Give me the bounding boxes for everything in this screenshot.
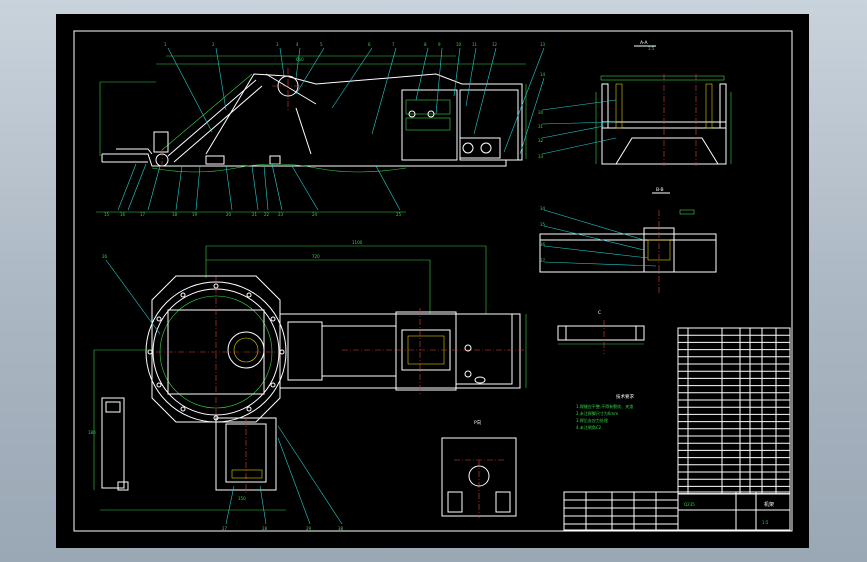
view-c-detail: C — [557, 310, 645, 354]
svg-text:7: 7 — [392, 42, 395, 47]
dim-top-length: 660 — [296, 57, 304, 62]
side-elevation-view: 12 34 56 78 9 10 11 12 1314 15 16 17 18 … — [96, 42, 546, 217]
svg-text:38: 38 — [338, 526, 344, 531]
title-drawing-name: 机架 — [764, 501, 774, 508]
svg-text:10: 10 — [456, 42, 462, 47]
tech-requirements: 技术要求 1.焊缝应平整,不得有裂纹、夹渣 2.未注焊脚尺寸为6mm 3.焊后去… — [576, 393, 634, 430]
svg-text:5: 5 — [320, 42, 323, 47]
view-p: P向 — [441, 419, 517, 518]
dim-side-height: 180 — [88, 430, 96, 435]
svg-text:20: 20 — [226, 212, 232, 217]
svg-text:14: 14 — [540, 72, 546, 77]
balloon-callout-icon: 12 34 56 78 9 10 11 12 1314 — [164, 42, 546, 77]
svg-text:32: 32 — [538, 138, 544, 143]
svg-text:23: 23 — [278, 212, 284, 217]
svg-text:34: 34 — [540, 206, 546, 211]
dim-plan-width: 720 — [312, 254, 320, 259]
view-c-label: C — [598, 310, 601, 316]
svg-text:11: 11 — [472, 42, 478, 47]
section-b-label: B-B — [656, 187, 664, 193]
cad-viewport[interactable]: 12 34 56 78 9 10 11 12 13 14 15 16 17 18… — [0, 0, 867, 562]
svg-text:28: 28 — [262, 526, 268, 531]
drawing-border — [73, 30, 793, 532]
svg-text:31: 31 — [538, 124, 544, 129]
dim-bottom-width: 150 — [238, 496, 246, 501]
dim-plan-length: 1100 — [352, 240, 363, 245]
svg-text:27: 27 — [222, 526, 228, 531]
svg-text:21: 21 — [252, 212, 258, 217]
title-block: 机架 Q235 1:5 — [563, 491, 791, 531]
svg-text:12: 12 — [492, 42, 498, 47]
svg-text:6: 6 — [368, 42, 371, 47]
svg-text:18: 18 — [172, 212, 178, 217]
tech-req-title: 技术要求 — [616, 393, 634, 400]
drawing-sheet: 12 34 56 78 9 10 11 12 13 14 15 16 17 18… — [56, 14, 809, 548]
view-p-label: P向 — [474, 419, 482, 426]
svg-text:8: 8 — [424, 42, 427, 47]
svg-text:9: 9 — [438, 42, 441, 47]
tech-req-item: 4.未注倒角C2 — [576, 424, 602, 430]
plan-view: 1100 720 150 180 2627 28 29 38 — [88, 240, 527, 531]
svg-text:25: 25 — [396, 212, 402, 217]
svg-text:26: 26 — [102, 254, 108, 259]
svg-text:24: 24 — [312, 212, 318, 217]
svg-text:13: 13 — [540, 42, 546, 47]
section-a-scale: 1:5 — [648, 46, 655, 51]
svg-text:29: 29 — [306, 526, 312, 531]
parts-list-table — [677, 327, 791, 495]
svg-text:17: 17 — [140, 212, 146, 217]
section-b-view: B-B 34 35 36 37 — [539, 187, 717, 294]
svg-text:37: 37 — [540, 258, 546, 263]
svg-text:22: 22 — [264, 212, 270, 217]
tech-req-item: 1.焊缝应平整,不得有裂纹、夹渣 — [576, 403, 633, 409]
tech-req-item: 3.焊后去应力处理 — [576, 417, 608, 423]
svg-text:15: 15 — [104, 212, 110, 217]
tech-req-item: 2.未注焊脚尺寸为6mm — [576, 410, 618, 416]
section-a-view: A-A 1:5 3031 3233 — [538, 40, 732, 166]
svg-text:16: 16 — [120, 212, 126, 217]
svg-text:30: 30 — [538, 110, 544, 115]
svg-text:1: 1 — [164, 42, 167, 47]
svg-text:4: 4 — [296, 42, 299, 47]
title-material: Q235 — [684, 502, 695, 507]
svg-text:35: 35 — [540, 222, 546, 227]
title-scale: 1:5 — [762, 520, 769, 525]
svg-text:3: 3 — [276, 42, 279, 47]
svg-text:19: 19 — [192, 212, 198, 217]
svg-text:33: 33 — [538, 154, 544, 159]
drawing-canvas: 12 34 56 78 9 10 11 12 1314 15 16 17 18 … — [73, 30, 793, 532]
svg-text:36: 36 — [540, 242, 546, 247]
svg-text:2: 2 — [212, 42, 215, 47]
